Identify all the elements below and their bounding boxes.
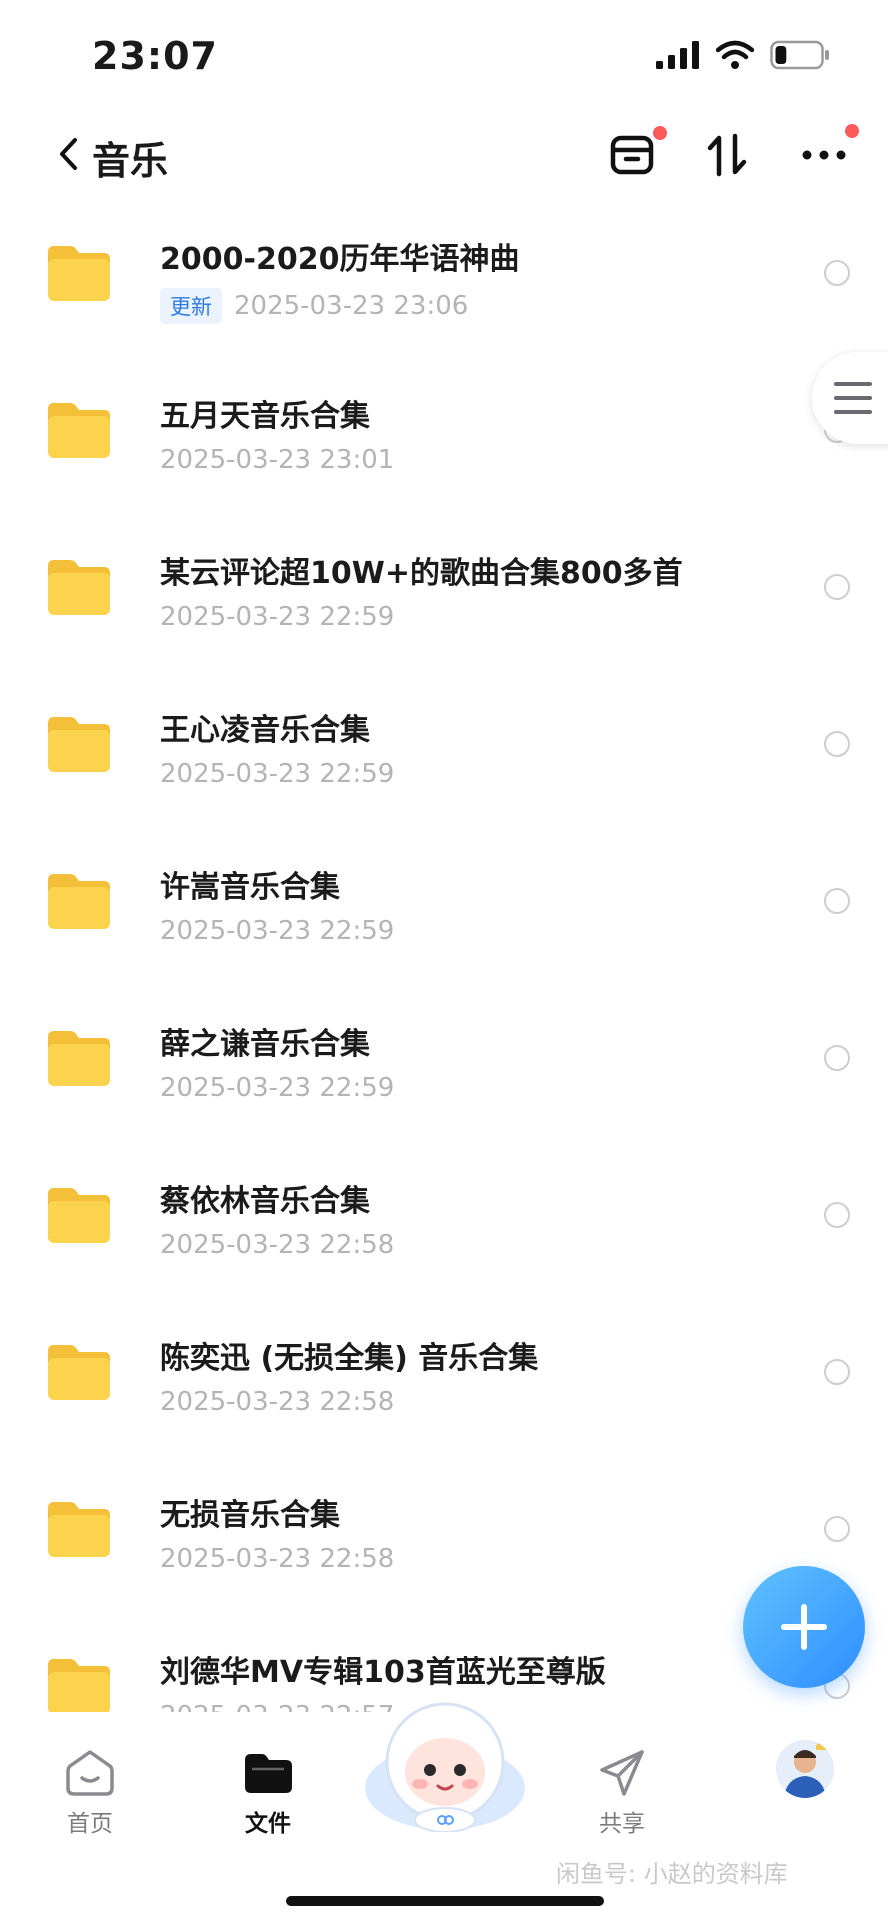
- file-name: 无损音乐合集: [160, 1498, 340, 1533]
- back-button[interactable]: [48, 132, 88, 176]
- select-radio[interactable]: [824, 1202, 850, 1228]
- status-bar: 23:07: [0, 0, 888, 110]
- file-row[interactable]: 五月天音乐合集 2025-03-23 23:01: [0, 367, 888, 524]
- file-meta: 2025-03-23 22:58: [160, 1544, 394, 1574]
- file-name: 许嵩音乐合集: [160, 870, 340, 905]
- more-button[interactable]: [797, 124, 859, 182]
- file-name: 薛之谦音乐合集: [160, 1027, 370, 1062]
- file-name: 某云评论超10W+的歌曲合集800多首: [160, 556, 683, 591]
- sort-arrows-icon: [707, 133, 747, 177]
- file-date: 2025-03-23 22:59: [160, 759, 395, 789]
- menu-line-icon: [834, 396, 872, 400]
- status-icons: [656, 40, 830, 70]
- file-name: 2000-2020历年华语神曲: [160, 242, 520, 277]
- sort-button[interactable]: [700, 128, 754, 182]
- select-radio[interactable]: [824, 1359, 850, 1385]
- file-meta: 2025-03-23 22:59: [160, 916, 394, 946]
- file-row[interactable]: 陈奕迅 (无损全集) 音乐合集 2025-03-23 22:58: [0, 1309, 888, 1466]
- menu-line-icon: [834, 410, 872, 414]
- share-send-icon: [600, 1750, 644, 1796]
- file-date: 2025-03-23 22:59: [160, 602, 395, 632]
- update-badge: 更新: [160, 288, 222, 324]
- file-meta: 2025-03-23 22:58: [160, 1230, 394, 1260]
- folder-icon: [48, 403, 110, 458]
- select-radio[interactable]: [824, 260, 850, 286]
- folder-icon: [48, 1502, 110, 1557]
- folder-icon: [48, 246, 110, 301]
- file-date: 2025-03-23 23:06: [234, 291, 469, 321]
- file-meta: 2025-03-23 22:59: [160, 602, 394, 632]
- profile-avatar[interactable]: [776, 1740, 834, 1798]
- folder-icon: [245, 1754, 292, 1793]
- file-name: 刘德华MV专辑103首蓝光至尊版: [160, 1655, 606, 1690]
- mascot-assistant-icon[interactable]: [362, 1692, 528, 1832]
- chevron-left-icon: [60, 138, 77, 170]
- file-name: 五月天音乐合集: [160, 399, 370, 434]
- plus-icon: [781, 1604, 827, 1650]
- transfer-list-button[interactable]: [605, 126, 667, 182]
- avatar-person-icon: [776, 1740, 834, 1798]
- tab-share[interactable]: 共享: [562, 1748, 682, 1838]
- tab-label: 首页: [67, 1811, 113, 1837]
- folder-icon: [48, 1031, 110, 1086]
- folder-icon: [48, 1659, 110, 1714]
- file-row[interactable]: 蔡依林音乐合集 2025-03-23 22:58: [0, 1152, 888, 1309]
- home-face-icon: [66, 1750, 114, 1796]
- page-title: 音乐: [92, 139, 169, 183]
- file-meta: 2025-03-23 22:58: [160, 1387, 394, 1417]
- file-date: 2025-03-23 23:01: [160, 445, 395, 475]
- select-radio[interactable]: [824, 1045, 850, 1071]
- folder-icon: [48, 717, 110, 772]
- file-date: 2025-03-23 22:58: [160, 1387, 395, 1417]
- file-date: 2025-03-23 22:58: [160, 1230, 395, 1260]
- select-radio[interactable]: [824, 888, 850, 914]
- file-meta: 2025-03-23 22:59: [160, 1073, 394, 1103]
- file-row[interactable]: 王心凌音乐合集 2025-03-23 22:59: [0, 681, 888, 838]
- file-meta: 更新 2025-03-23 23:06: [160, 288, 468, 324]
- file-date: 2025-03-23 22:59: [160, 916, 395, 946]
- file-row[interactable]: 薛之谦音乐合集 2025-03-23 22:59: [0, 995, 888, 1152]
- wifi-icon: [716, 40, 754, 69]
- battery-icon: [770, 40, 829, 70]
- tab-home[interactable]: 首页: [30, 1748, 150, 1838]
- add-button[interactable]: [743, 1566, 865, 1688]
- file-name: 陈奕迅 (无损全集) 音乐合集: [160, 1341, 539, 1376]
- file-row[interactable]: 2000-2020历年华语神曲 更新 2025-03-23 23:06: [0, 210, 888, 367]
- nav-bar: 音乐: [0, 120, 888, 190]
- tab-label: 文件: [245, 1811, 291, 1837]
- file-name: 蔡依林音乐合集: [160, 1184, 370, 1219]
- select-radio[interactable]: [824, 1516, 850, 1542]
- folder-icon: [48, 874, 110, 929]
- cellular-signal-icon: [656, 41, 699, 69]
- tab-label: 共享: [599, 1811, 645, 1837]
- file-row[interactable]: 许嵩音乐合集 2025-03-23 22:59: [0, 838, 888, 995]
- file-date: 2025-03-23 22:58: [160, 1544, 395, 1574]
- tab-files[interactable]: 文件: [208, 1748, 328, 1838]
- status-time: 23:07: [92, 34, 218, 78]
- notification-dot: [653, 126, 667, 140]
- folder-icon: [48, 1188, 110, 1243]
- file-meta: 2025-03-23 22:59: [160, 759, 394, 789]
- file-meta: 2025-03-23 23:01: [160, 445, 394, 475]
- file-date: 2025-03-23 22:59: [160, 1073, 395, 1103]
- home-indicator: [286, 1896, 604, 1906]
- menu-line-icon: [834, 382, 872, 386]
- file-row[interactable]: 某云评论超10W+的歌曲合集800多首 2025-03-23 22:59: [0, 524, 888, 681]
- select-radio[interactable]: [824, 574, 850, 600]
- watermark: 闲鱼号: 小赵的资料库: [556, 1860, 788, 1888]
- file-name: 王心凌音乐合集: [160, 713, 370, 748]
- select-radio[interactable]: [824, 731, 850, 757]
- folder-icon: [48, 1345, 110, 1400]
- inbox-tray-icon: [610, 135, 654, 175]
- folder-icon: [48, 560, 110, 615]
- notification-dot: [845, 124, 859, 138]
- more-dots-icon: [802, 150, 846, 160]
